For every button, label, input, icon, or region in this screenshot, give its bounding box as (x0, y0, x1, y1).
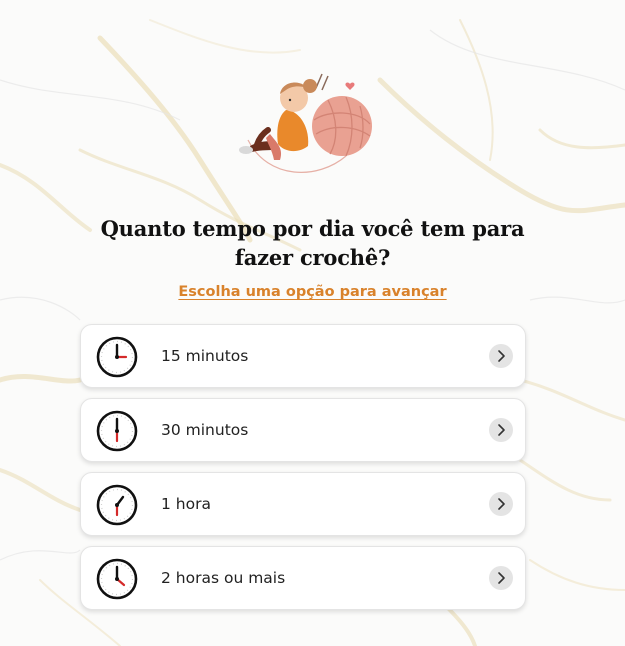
option-label: 1 hora (161, 495, 211, 513)
option-30-minutos[interactable]: 30 minutos (80, 398, 526, 462)
option-1-hora[interactable]: 1 hora (80, 472, 526, 536)
clock-icon (96, 484, 138, 526)
option-2-horas-ou-mais[interactable]: 2 horas ou mais (80, 546, 526, 610)
girl-with-yarn-ball-illustration (239, 73, 372, 173)
clock-icon (96, 410, 138, 452)
title-line-1: Quanto tempo por dia você tem para (100, 216, 525, 241)
option-15-minutos[interactable]: 15 minutos (80, 324, 526, 388)
option-label: 15 minutos (161, 347, 249, 365)
chevron-right-icon (489, 344, 513, 368)
title-line-2: fazer crochê? (234, 245, 391, 270)
chevron-right-icon (489, 566, 513, 590)
instruction-text: Escolha uma opção para avançar (178, 284, 447, 300)
option-label: 2 horas ou mais (161, 569, 286, 587)
option-list: 15 minutos 30 minutos 1 hora 2 horas ou … (80, 324, 526, 620)
option-label: 30 minutos (161, 421, 249, 439)
chevron-right-icon (489, 418, 513, 442)
clock-icon (96, 558, 138, 600)
chevron-right-icon (489, 492, 513, 516)
page-title: Quanto tempo por dia você tem para fazer… (60, 214, 565, 272)
clock-icon (96, 336, 138, 378)
